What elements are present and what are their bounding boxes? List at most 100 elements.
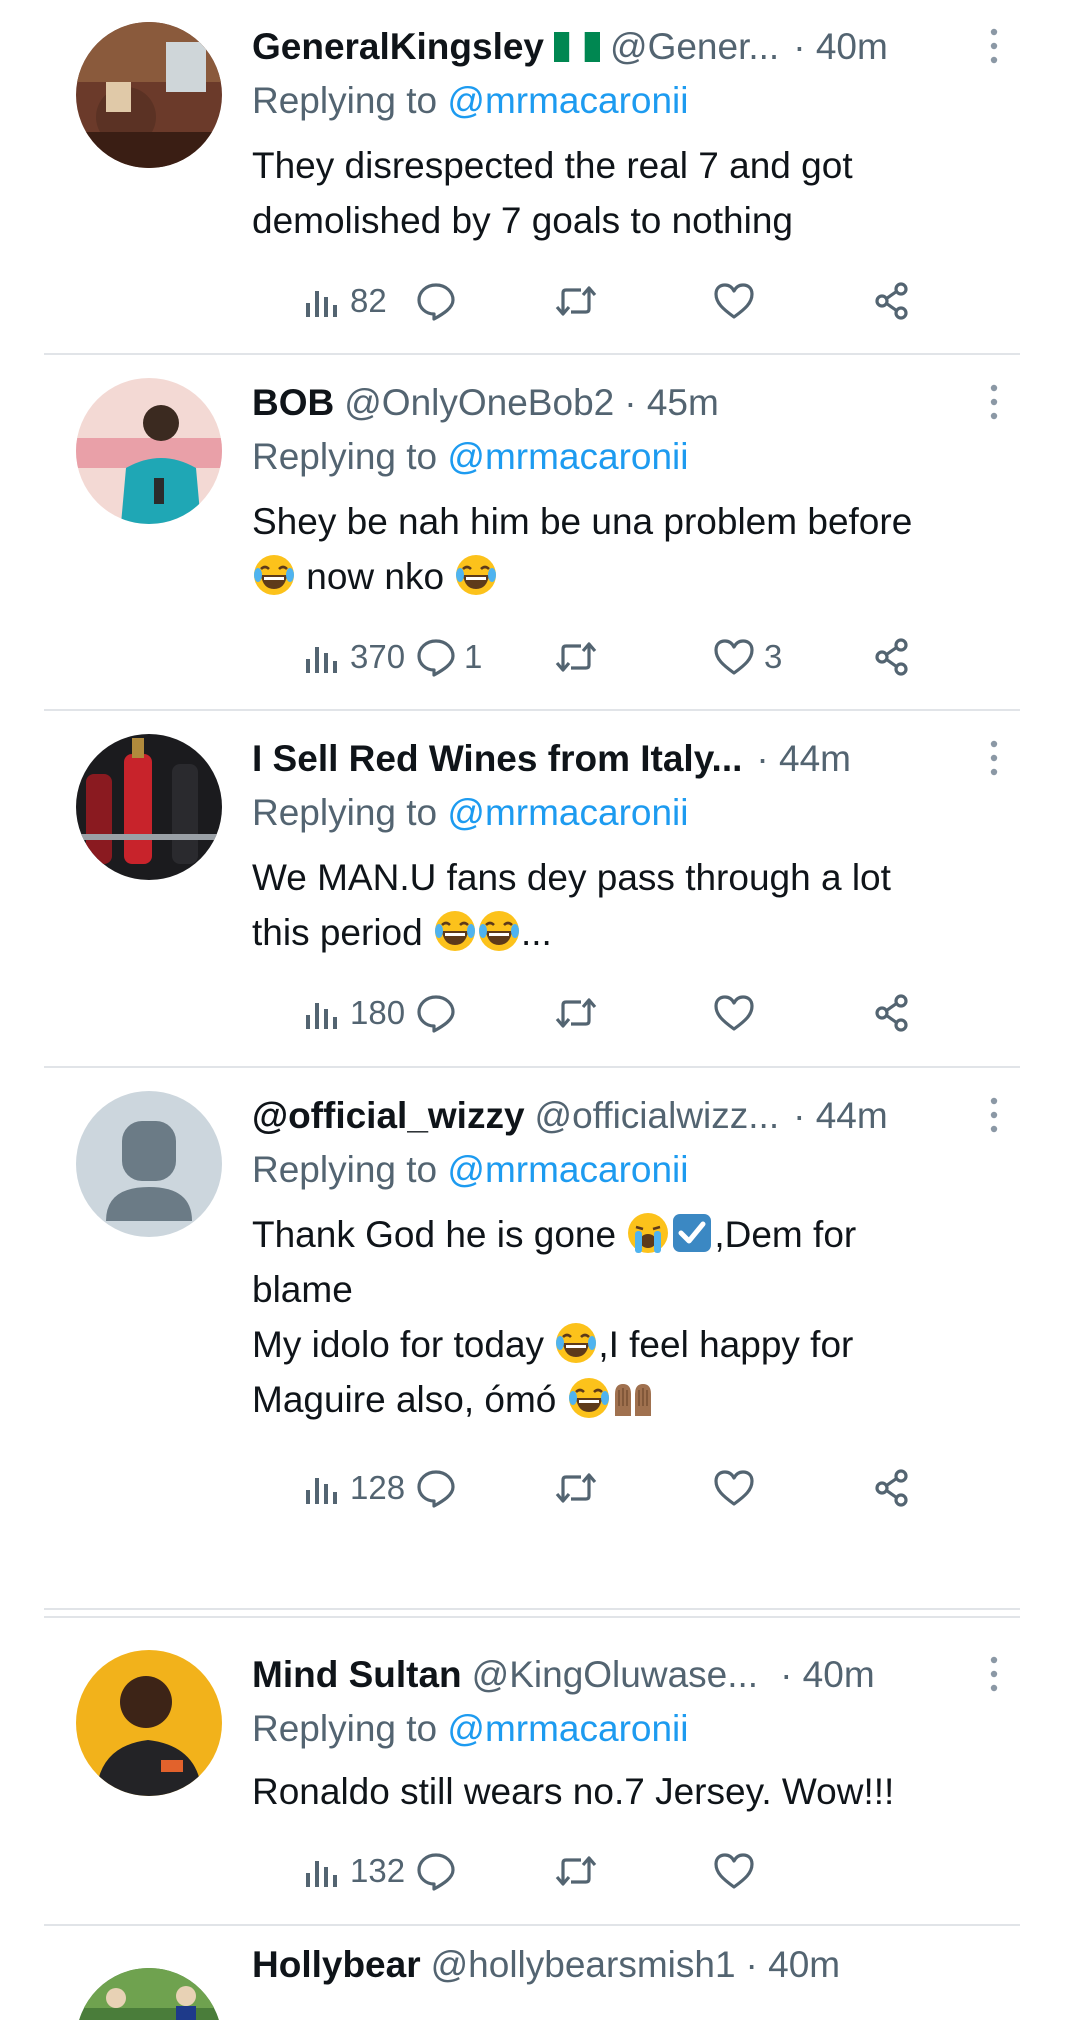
laughing-emoji-icon bbox=[252, 553, 296, 597]
username[interactable]: @hollybearsmish1 bbox=[431, 1944, 736, 1986]
divider bbox=[44, 1608, 1020, 1610]
laughing-emoji-icon bbox=[454, 553, 498, 597]
retweet-arrows-icon bbox=[554, 993, 598, 1033]
retweet-arrows-icon bbox=[554, 281, 598, 321]
bar-chart-icon bbox=[302, 1851, 342, 1891]
retweet-button[interactable] bbox=[554, 988, 598, 1038]
retweet-button[interactable] bbox=[554, 1463, 598, 1513]
retweet-button[interactable] bbox=[554, 1846, 598, 1896]
heart-icon bbox=[712, 281, 756, 321]
avatar[interactable] bbox=[76, 1968, 222, 2020]
more-options-icon[interactable] bbox=[988, 1654, 1000, 1694]
laughing-emoji-icon bbox=[433, 909, 477, 953]
share-button[interactable] bbox=[872, 988, 912, 1038]
more-options-icon[interactable] bbox=[988, 738, 1000, 778]
timestamp[interactable]: · 45m bbox=[624, 382, 719, 424]
username[interactable]: @Gener... bbox=[610, 26, 779, 68]
heart-icon bbox=[712, 993, 756, 1033]
replying-to: Replying to @mrmacaronii bbox=[252, 80, 689, 121]
display-name[interactable]: GeneralKingsley bbox=[252, 26, 544, 68]
mention-link[interactable]: @mrmacaronii bbox=[447, 1149, 688, 1190]
like-button[interactable] bbox=[712, 988, 764, 1038]
retweet-arrows-icon bbox=[554, 637, 598, 677]
retweet-arrows-icon bbox=[554, 1851, 598, 1891]
timestamp[interactable]: · 40m bbox=[780, 1654, 875, 1696]
retweet-button[interactable] bbox=[554, 632, 598, 682]
mention-link[interactable]: @mrmacaronii bbox=[447, 792, 688, 833]
views-button[interactable]: 128 bbox=[302, 1463, 405, 1513]
bar-chart-icon bbox=[302, 281, 342, 321]
more-options-icon[interactable] bbox=[988, 26, 1000, 66]
views-button[interactable]: 82 bbox=[302, 276, 387, 326]
mention-link[interactable]: @mrmacaronii bbox=[447, 1708, 688, 1749]
tweet-text: They disrespected the real 7 and got dem… bbox=[252, 145, 853, 241]
check-mark-emoji-icon bbox=[670, 1211, 714, 1255]
username[interactable]: @KingOluwase... bbox=[472, 1654, 758, 1696]
username[interactable]: @OnlyOneBob2 bbox=[344, 382, 614, 424]
divider bbox=[44, 1616, 1020, 1618]
tweet[interactable]: Hollybear @hollybearsmish1 · 40m bbox=[44, 1926, 1020, 2020]
retweet-button[interactable] bbox=[554, 276, 598, 326]
views-button[interactable]: 370 bbox=[302, 632, 405, 682]
reply-button[interactable] bbox=[416, 988, 464, 1038]
avatar[interactable] bbox=[76, 1650, 222, 1796]
mention-link[interactable]: @mrmacaronii bbox=[447, 80, 688, 121]
replying-to: Replying to @mrmacaronii bbox=[252, 1708, 689, 1749]
divider bbox=[44, 709, 1020, 711]
avatar[interactable] bbox=[76, 378, 222, 524]
tweet[interactable]: I Sell Red Wines from Italy... · 44m Rep… bbox=[44, 712, 1020, 1064]
speech-bubble-icon bbox=[416, 993, 456, 1033]
avatar[interactable] bbox=[76, 22, 222, 168]
mention-link[interactable]: @mrmacaronii bbox=[447, 436, 688, 477]
display-name[interactable]: I Sell Red Wines from Italy... bbox=[252, 738, 742, 780]
tweet[interactable]: BOB @OnlyOneBob2 · 45m Replying to @mrma… bbox=[44, 356, 1020, 708]
divider bbox=[44, 1066, 1020, 1068]
crying-emoji-icon bbox=[626, 1211, 670, 1255]
username[interactable]: @officialwizz... bbox=[535, 1095, 780, 1137]
heart-icon bbox=[712, 1468, 756, 1508]
display-name[interactable]: Hollybear bbox=[252, 1944, 421, 1986]
nigeria-flag-icon bbox=[554, 32, 601, 62]
like-button[interactable] bbox=[712, 1846, 764, 1896]
views-button[interactable]: 180 bbox=[302, 988, 405, 1038]
tweet[interactable]: Mind Sultan @KingOluwase... · 40m Replyi… bbox=[44, 1620, 1020, 1920]
more-options-icon[interactable] bbox=[988, 382, 1000, 422]
timestamp[interactable]: · 40m bbox=[746, 1944, 841, 1986]
avatar[interactable] bbox=[76, 1091, 222, 1237]
share-button[interactable] bbox=[872, 1463, 912, 1513]
speech-bubble-icon bbox=[416, 637, 456, 677]
share-button[interactable] bbox=[872, 276, 912, 326]
timestamp[interactable]: · 44m bbox=[793, 1095, 888, 1137]
display-name[interactable]: Mind Sultan bbox=[252, 1654, 462, 1696]
avatar[interactable] bbox=[76, 734, 222, 880]
reply-button[interactable] bbox=[416, 1463, 464, 1513]
tweet[interactable]: GeneralKingsley @Gener... · 40m Replying… bbox=[44, 0, 1020, 352]
views-button[interactable]: 132 bbox=[302, 1846, 405, 1896]
action-bar: 82 bbox=[252, 276, 972, 326]
reply-button[interactable]: 1 bbox=[416, 632, 482, 682]
timestamp[interactable]: · 40m bbox=[793, 26, 888, 68]
action-bar: 370 1 3 bbox=[252, 632, 972, 682]
like-button[interactable]: 3 bbox=[712, 632, 782, 682]
like-button[interactable] bbox=[712, 276, 764, 326]
share-nodes-icon bbox=[872, 281, 912, 321]
reply-button[interactable] bbox=[416, 1846, 464, 1896]
more-options-icon[interactable] bbox=[988, 1095, 1000, 1135]
like-button[interactable] bbox=[712, 1463, 764, 1513]
raising-hands-emoji-icon bbox=[611, 1376, 655, 1420]
heart-icon bbox=[712, 1851, 756, 1891]
display-name[interactable]: BOB bbox=[252, 382, 334, 424]
bar-chart-icon bbox=[302, 1468, 342, 1508]
speech-bubble-icon bbox=[416, 1851, 456, 1891]
display-name[interactable]: @official_wizzy bbox=[252, 1095, 525, 1137]
bar-chart-icon bbox=[302, 637, 342, 677]
timestamp[interactable]: · 44m bbox=[756, 738, 851, 780]
share-button[interactable] bbox=[872, 632, 912, 682]
action-bar: 128 bbox=[252, 1463, 972, 1513]
reply-button[interactable] bbox=[416, 276, 464, 326]
tweet-text: Shey be nah him be una problem before no… bbox=[252, 501, 913, 597]
divider bbox=[44, 353, 1020, 355]
tweet[interactable]: @official_wizzy @officialwizz... · 44m R… bbox=[44, 1069, 1020, 1539]
share-nodes-icon bbox=[872, 1468, 912, 1508]
replying-to: Replying to @mrmacaronii bbox=[252, 1149, 689, 1190]
